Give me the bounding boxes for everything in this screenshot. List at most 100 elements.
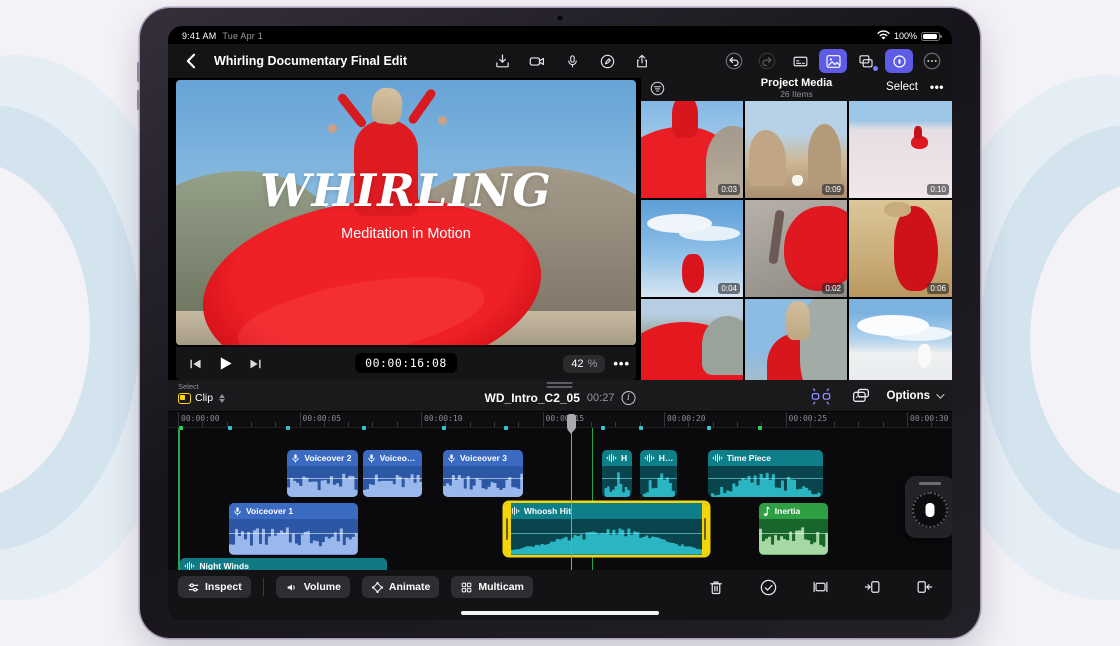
ruler-tick	[737, 422, 738, 427]
external-display-icon[interactable]	[786, 49, 814, 73]
share-icon[interactable]	[628, 49, 656, 73]
ruler-tick	[324, 422, 325, 427]
clip-type-selector[interactable]: Clip	[178, 392, 225, 404]
chevron-down-icon	[936, 390, 944, 398]
volume-button	[137, 90, 140, 110]
ruler-label: 00:00:00	[181, 414, 220, 423]
jog-grip[interactable]	[919, 482, 941, 485]
record-audio-icon[interactable]	[558, 49, 586, 73]
back-button[interactable]	[176, 49, 204, 73]
import-icon[interactable]	[488, 49, 516, 73]
media-thumbnail-white-dancer[interactable]	[849, 299, 952, 380]
wave-icon	[644, 453, 655, 463]
connect-clip-icon[interactable]	[847, 384, 875, 408]
jog-wheel-control[interactable]	[905, 476, 952, 538]
draw-tool-icon[interactable]	[593, 49, 621, 73]
volume-button-toolbar[interactable]: Volume	[276, 576, 350, 598]
zoom-level[interactable]: 42%	[563, 355, 605, 373]
media-browser-button[interactable]	[819, 49, 847, 73]
ruler-tick	[202, 422, 203, 427]
ipad-device: 9:41 AMTue Apr 1 100% Whirling Documenta…	[140, 8, 980, 638]
undo-icon[interactable]	[720, 49, 748, 73]
front-camera	[557, 15, 563, 21]
media-thumbnail-golden-reeds[interactable]: 0:06	[849, 200, 952, 297]
more-options-icon[interactable]	[918, 49, 946, 73]
ruler-label: 00:00:05	[303, 414, 342, 423]
clip-waveform	[505, 519, 708, 555]
trim-icon[interactable]	[806, 575, 834, 599]
clip-header: Inertia	[759, 503, 828, 519]
home-indicator[interactable]	[461, 611, 659, 615]
timeline-clip-night-winds[interactable]: Night Winds	[180, 558, 387, 570]
timeline-clip-voiceover-2[interactable]: Voiceover 2	[287, 450, 357, 497]
timeline-clip-voiceover-1[interactable]: Voiceover 1	[229, 503, 358, 555]
clip-info-button[interactable]: i	[621, 391, 635, 405]
delete-icon[interactable]	[702, 575, 730, 599]
status-time: 9:41 AM	[182, 31, 216, 41]
playhead-handle[interactable]	[567, 414, 576, 430]
viewer-more-icon[interactable]: •••	[613, 356, 630, 371]
trim-handle-right[interactable]	[702, 503, 708, 555]
media-thumbnail-gravel-swirl[interactable]: 0:02	[745, 200, 847, 297]
clip-header: Night Winds	[180, 558, 387, 570]
media-thumbnail-red-twirl-closeup[interactable]: 0:03	[641, 101, 743, 198]
dancer-arm	[336, 92, 368, 129]
timeline-clip-whoosh-hit[interactable]: Whoosh Hit	[505, 503, 708, 555]
timeline-clip-time-piece[interactable]: Time Piece	[708, 450, 823, 497]
clip-header: High…	[640, 450, 678, 466]
playhead-line[interactable]	[571, 428, 573, 570]
animate-button[interactable]: Animate	[362, 576, 439, 598]
insert-right-icon[interactable]	[910, 575, 938, 599]
wave-icon	[606, 453, 617, 463]
clip-header: Time Piece	[708, 450, 823, 466]
multicam-button[interactable]: Multicam	[451, 576, 533, 598]
clip-header: Voiceover 1	[229, 503, 358, 519]
timecode-display[interactable]: 00:00:16:08	[355, 353, 457, 373]
ruler-label: 00:00:10	[424, 414, 463, 423]
timeline-tracks[interactable]: 00:00:0000:00:0500:00:1000:00:1500:00:20…	[168, 412, 952, 570]
timeline-clip-voiceover-3[interactable]: Voiceover 3	[443, 450, 523, 497]
media-thumbnail-rock-valley[interactable]: 0:09	[745, 101, 847, 198]
clip-label: Voiceover 2	[304, 453, 351, 463]
ruler-tick	[907, 412, 908, 427]
clip-label: Whoosh Hit	[524, 506, 571, 516]
skip-to-end-button[interactable]	[242, 352, 268, 376]
media-more-icon[interactable]: •••	[930, 80, 944, 94]
insert-left-icon[interactable]	[858, 575, 886, 599]
media-thumbnail-salt-flat-red[interactable]: 0:10	[849, 101, 952, 198]
overlay-clips-button[interactable]	[852, 49, 880, 73]
jog-wheel-button[interactable]	[885, 49, 913, 73]
panel-drag-handle[interactable]	[547, 382, 573, 388]
ruler-tick	[397, 422, 398, 427]
options-dropdown[interactable]: Options	[887, 390, 942, 402]
timeline-clip-inertia[interactable]: Inertia	[759, 503, 828, 555]
magnetic-timeline-icon[interactable]	[807, 384, 835, 408]
page-background: 9:41 AMTue Apr 1 100% Whirling Documenta…	[0, 0, 1120, 646]
timeline-toolbar: Inspect Volume Animate Multicam	[168, 570, 952, 604]
clip-start-marker	[758, 426, 762, 430]
video-viewer[interactable]: WHIRLING Meditation in Motion	[176, 80, 636, 345]
clip-header: Voiceover 2	[287, 450, 357, 466]
redo-icon[interactable]	[753, 49, 781, 73]
ruler-label: 00:00:30	[910, 414, 949, 423]
select-button[interactable]: Select	[886, 81, 918, 93]
inspect-button[interactable]: Inspect	[178, 576, 251, 598]
timeline-ruler[interactable]: 00:00:0000:00:0500:00:1000:00:1500:00:20…	[168, 412, 952, 428]
timeline-clip-voiceover-2[interactable]: Voiceover 2	[363, 450, 423, 497]
jog-dial[interactable]	[912, 492, 948, 528]
timeline-clip-high-[interactable]: High…	[640, 450, 678, 497]
ruler-tick	[494, 422, 495, 427]
record-video-icon[interactable]	[523, 49, 551, 73]
mic-icon	[367, 453, 376, 464]
timeline-edge-guide	[178, 428, 180, 570]
timeline-clip-h-[interactable]: H…	[602, 450, 632, 497]
dancer-hand	[438, 116, 447, 125]
play-button[interactable]	[212, 352, 238, 376]
skip-to-start-button[interactable]	[182, 352, 208, 376]
trim-handle-left[interactable]	[505, 503, 511, 555]
media-thumbnail-hat-portrait[interactable]	[745, 299, 847, 380]
media-thumbnail-sky-clouds-red[interactable]: 0:04	[641, 200, 743, 297]
clip-start-marker	[707, 426, 711, 430]
approve-icon[interactable]	[754, 575, 782, 599]
media-thumbnail-badlands-swirl[interactable]	[641, 299, 743, 380]
